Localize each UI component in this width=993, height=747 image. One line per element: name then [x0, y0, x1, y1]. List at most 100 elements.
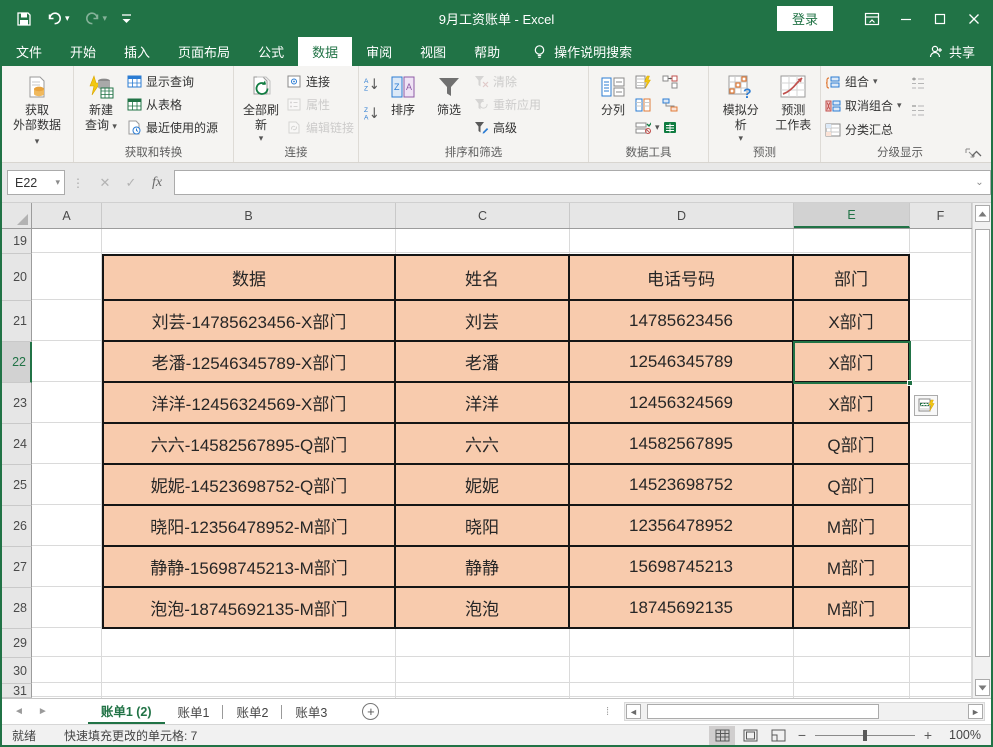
- select-all-button[interactable]: [2, 203, 32, 228]
- tab-scrollbar-splitter[interactable]: ⁞: [606, 699, 609, 724]
- formula-bar-handle[interactable]: ⋮: [72, 176, 85, 190]
- formula-input[interactable]: [174, 170, 969, 195]
- normal-view-button[interactable]: [709, 726, 735, 745]
- row-header-22[interactable]: 22: [2, 342, 32, 383]
- cell-C27[interactable]: 静静: [396, 547, 570, 588]
- confirm-entry-icon[interactable]: ✓: [118, 170, 144, 195]
- row-header-23[interactable]: 23: [2, 383, 32, 424]
- minimize-button[interactable]: [889, 0, 923, 37]
- tell-me-search[interactable]: 操作说明搜索: [532, 37, 632, 66]
- text-to-columns-button[interactable]: 分列: [593, 69, 633, 121]
- row-header-20[interactable]: 20: [2, 254, 32, 301]
- cell-D28[interactable]: 18745692135: [570, 588, 794, 629]
- zoom-level[interactable]: 100%: [939, 728, 981, 742]
- expand-formula-bar-icon[interactable]: ⌄: [969, 170, 991, 195]
- consolidate-button[interactable]: [662, 71, 678, 92]
- cell-E20[interactable]: 部门: [794, 254, 910, 301]
- cell-C21[interactable]: 刘芸: [396, 301, 570, 342]
- cell-B25[interactable]: 妮妮-14523698752-Q部门: [102, 465, 396, 506]
- recent-sources-button[interactable]: 最近使用的源: [126, 117, 218, 138]
- cell-D27[interactable]: 15698745213: [570, 547, 794, 588]
- row-header-27[interactable]: 27: [2, 547, 32, 588]
- cell-C20[interactable]: 姓名: [396, 254, 570, 301]
- redo-button[interactable]: ▾: [84, 11, 108, 26]
- sort-descending-button[interactable]: ZA: [363, 102, 379, 123]
- vertical-scroll-thumb[interactable]: [975, 229, 990, 657]
- subtotal-button[interactable]: 分类汇总: [825, 119, 902, 140]
- menu-tab-审阅[interactable]: 审阅: [352, 37, 406, 66]
- login-button[interactable]: 登录: [777, 6, 833, 31]
- cell-E26[interactable]: M部门: [794, 506, 910, 547]
- cell-D21[interactable]: 14785623456: [570, 301, 794, 342]
- sheet-nav-left-icon[interactable]: ◄: [14, 706, 24, 717]
- column-header-A[interactable]: A: [32, 203, 102, 228]
- menu-tab-视图[interactable]: 视图: [406, 37, 460, 66]
- share-button[interactable]: 共享: [928, 37, 975, 66]
- sheet-tab-账单3[interactable]: 账单3: [282, 699, 340, 724]
- column-header-E[interactable]: E: [794, 203, 910, 228]
- collapse-ribbon-icon[interactable]: [970, 149, 983, 158]
- name-box[interactable]: E22 ▾: [7, 170, 65, 195]
- cell-E22[interactable]: X部门: [794, 342, 910, 383]
- flash-fill-options-button[interactable]: [914, 395, 938, 416]
- scroll-left-icon[interactable]: ◄: [626, 704, 641, 719]
- scroll-right-icon[interactable]: ►: [968, 704, 983, 719]
- horizontal-scrollbar[interactable]: ◄ ►: [624, 702, 985, 721]
- cell-E25[interactable]: Q部门: [794, 465, 910, 506]
- properties-button[interactable]: 属性: [286, 94, 354, 115]
- new-query-button[interactable]: 新建 查询 ▾: [78, 69, 124, 136]
- zoom-out-button[interactable]: −: [793, 727, 811, 743]
- row-header-19[interactable]: 19: [2, 229, 32, 254]
- sort-ascending-button[interactable]: AZ: [363, 73, 379, 94]
- data-validation-button[interactable]: ▾: [635, 117, 660, 138]
- flash-fill-button[interactable]: [635, 71, 660, 92]
- zoom-slider-handle[interactable]: [863, 730, 867, 741]
- vertical-scrollbar[interactable]: [972, 203, 991, 698]
- cell-C23[interactable]: 洋洋: [396, 383, 570, 424]
- menu-tab-开始[interactable]: 开始: [56, 37, 110, 66]
- ungroup-button[interactable]: 取消组合 ▾: [825, 95, 902, 116]
- cell-C26[interactable]: 晓阳: [396, 506, 570, 547]
- cell-E28[interactable]: M部门: [794, 588, 910, 629]
- cell-B24[interactable]: 六六-14582567895-Q部门: [102, 424, 396, 465]
- scroll-up-icon[interactable]: [975, 205, 990, 222]
- cell-C25[interactable]: 妮妮: [396, 465, 570, 506]
- cell-B22[interactable]: 老潘-12546345789-X部门: [102, 342, 396, 383]
- cell-B27[interactable]: 静静-15698745213-M部门: [102, 547, 396, 588]
- cell-C22[interactable]: 老潘: [396, 342, 570, 383]
- row-header-28[interactable]: 28: [2, 588, 32, 629]
- from-table-button[interactable]: 从表格: [126, 94, 218, 115]
- forecast-sheet-button[interactable]: 预测 工作表: [770, 69, 816, 136]
- scroll-down-icon[interactable]: [975, 679, 990, 696]
- cell-D23[interactable]: 12456324569: [570, 383, 794, 424]
- cell-D25[interactable]: 14523698752: [570, 465, 794, 506]
- cell-C24[interactable]: 六六: [396, 424, 570, 465]
- sheet-tab-账单1[interactable]: 账单1: [165, 699, 223, 724]
- cell-C28[interactable]: 泡泡: [396, 588, 570, 629]
- connections-button[interactable]: 连接: [286, 71, 354, 92]
- cell-E23[interactable]: X部门: [794, 383, 910, 424]
- undo-button[interactable]: ▾: [46, 11, 70, 26]
- get-external-data-button[interactable]: 获取 外部数据 ▾: [6, 69, 68, 151]
- cell-D24[interactable]: 14582567895: [570, 424, 794, 465]
- new-sheet-button[interactable]: +: [362, 703, 379, 720]
- row-header-26[interactable]: 26: [2, 506, 32, 547]
- clear-filter-button[interactable]: 清除: [473, 71, 541, 92]
- menu-tab-插入[interactable]: 插入: [110, 37, 164, 66]
- group-button[interactable]: 组合 ▾: [825, 71, 902, 92]
- page-layout-view-button[interactable]: [737, 726, 763, 745]
- menu-tab-文件[interactable]: 文件: [2, 37, 56, 66]
- cell-D22[interactable]: 12546345789: [570, 342, 794, 383]
- filter-button[interactable]: 筛选: [427, 69, 471, 121]
- sheet-tab-账单1 (2)[interactable]: 账单1 (2): [88, 699, 165, 724]
- zoom-slider[interactable]: [815, 735, 915, 736]
- column-header-B[interactable]: B: [102, 203, 396, 228]
- row-header-21[interactable]: 21: [2, 301, 32, 342]
- insert-function-icon[interactable]: fx: [144, 170, 170, 195]
- save-icon[interactable]: [16, 11, 32, 27]
- row-header-30[interactable]: 30: [2, 658, 32, 684]
- cell-D26[interactable]: 12356478952: [570, 506, 794, 547]
- edit-links-button[interactable]: 编辑链接: [286, 117, 354, 138]
- ribbon-display-options-icon[interactable]: [855, 0, 889, 37]
- cell-B20[interactable]: 数据: [102, 254, 396, 301]
